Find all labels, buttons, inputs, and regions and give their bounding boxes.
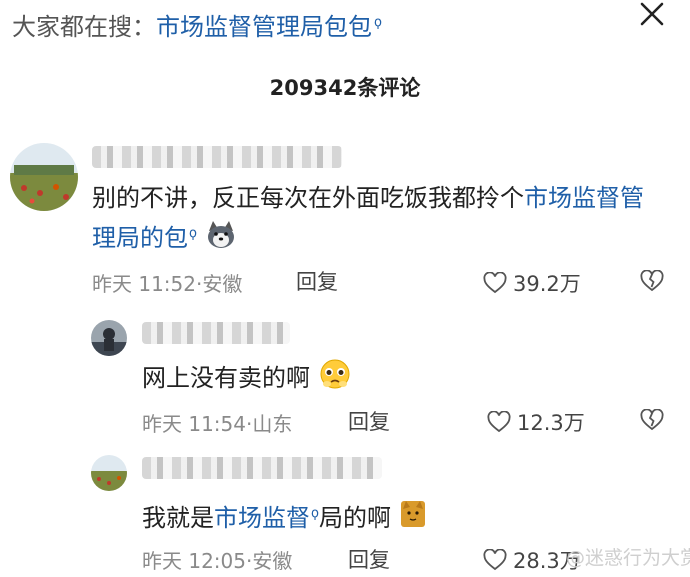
cat-emoji xyxy=(399,499,427,539)
username-blurred xyxy=(142,457,382,479)
heart-icon xyxy=(487,411,511,433)
comment-text-segment: 网上没有卖的啊 xyxy=(142,364,310,392)
reply-button[interactable]: 回复 xyxy=(296,266,338,296)
comment-meta: 昨天 12:05·安徽 xyxy=(142,545,292,574)
comment-time: 昨天 11:52 xyxy=(92,272,196,296)
like-count: 12.3万 xyxy=(517,411,585,435)
comment-location: 山东 xyxy=(252,412,293,436)
comment-text: 网上没有卖的啊 xyxy=(142,358,622,400)
reply-button[interactable]: 回复 xyxy=(348,406,390,436)
like-button[interactable]: 39.2万 xyxy=(483,268,581,298)
search-mark-icon: ϙ xyxy=(374,15,382,30)
username-blurred xyxy=(142,322,290,344)
comment-meta: 昨天 11:52·安徽 xyxy=(92,268,242,297)
comment-time: 昨天 12:05 xyxy=(142,549,246,573)
avatar[interactable] xyxy=(91,455,127,491)
search-prefix: 大家都在搜： xyxy=(12,13,156,41)
comment-time: 昨天 11:54 xyxy=(142,412,246,436)
comment-location: 安徽 xyxy=(252,549,293,573)
reply-button[interactable]: 回复 xyxy=(348,544,390,574)
comment-location: 安徽 xyxy=(202,272,243,296)
search-mark-icon: ϙ xyxy=(189,226,197,241)
watermark: @迷惑行为大赏 xyxy=(566,547,690,569)
avatar[interactable] xyxy=(10,143,78,211)
comment-text-segment: 我就是 xyxy=(142,504,214,532)
comment-search-link[interactable]: 市场监督ϙ xyxy=(214,504,319,532)
heart-icon xyxy=(483,272,507,294)
husky-dog-emoji xyxy=(205,219,237,259)
comment-text-segment: 局的啊 xyxy=(318,504,391,532)
dislike-button[interactable] xyxy=(640,269,664,292)
like-button[interactable]: 12.3万 xyxy=(487,407,585,437)
avatar[interactable] xyxy=(91,320,127,356)
username-blurred xyxy=(92,146,342,168)
pleading-face-emoji xyxy=(318,358,352,400)
search-mark-icon: ϙ xyxy=(311,506,319,521)
link-text: 市场监督 xyxy=(214,504,310,532)
broken-heart-icon xyxy=(640,408,664,431)
close-button[interactable] xyxy=(633,0,673,34)
comment-text: 我就是市场监督ϙ局的啊 xyxy=(142,496,622,539)
heart-icon xyxy=(483,549,507,571)
broken-heart-icon xyxy=(640,269,664,292)
search-suggestion[interactable]: 大家都在搜：市场监督管理局包包 ϙ xyxy=(12,8,382,42)
comment-text: 别的不讲，反正每次在外面吃饭我都拎个市场监督管理局的包ϙ xyxy=(92,180,662,259)
comment-text-segment: 别的不讲，反正每次在外面吃饭我都拎个 xyxy=(92,184,524,212)
search-suggestion-link[interactable]: 市场监督管理局包包 xyxy=(156,13,372,41)
top-bar: 大家都在搜：市场监督管理局包包 ϙ xyxy=(0,0,690,52)
like-count: 39.2万 xyxy=(513,272,581,296)
comment-meta: 昨天 11:54·山东 xyxy=(142,408,292,437)
close-icon xyxy=(640,2,664,26)
comment-count-title: 209342条评论 xyxy=(269,76,421,100)
dislike-button[interactable] xyxy=(640,408,664,431)
